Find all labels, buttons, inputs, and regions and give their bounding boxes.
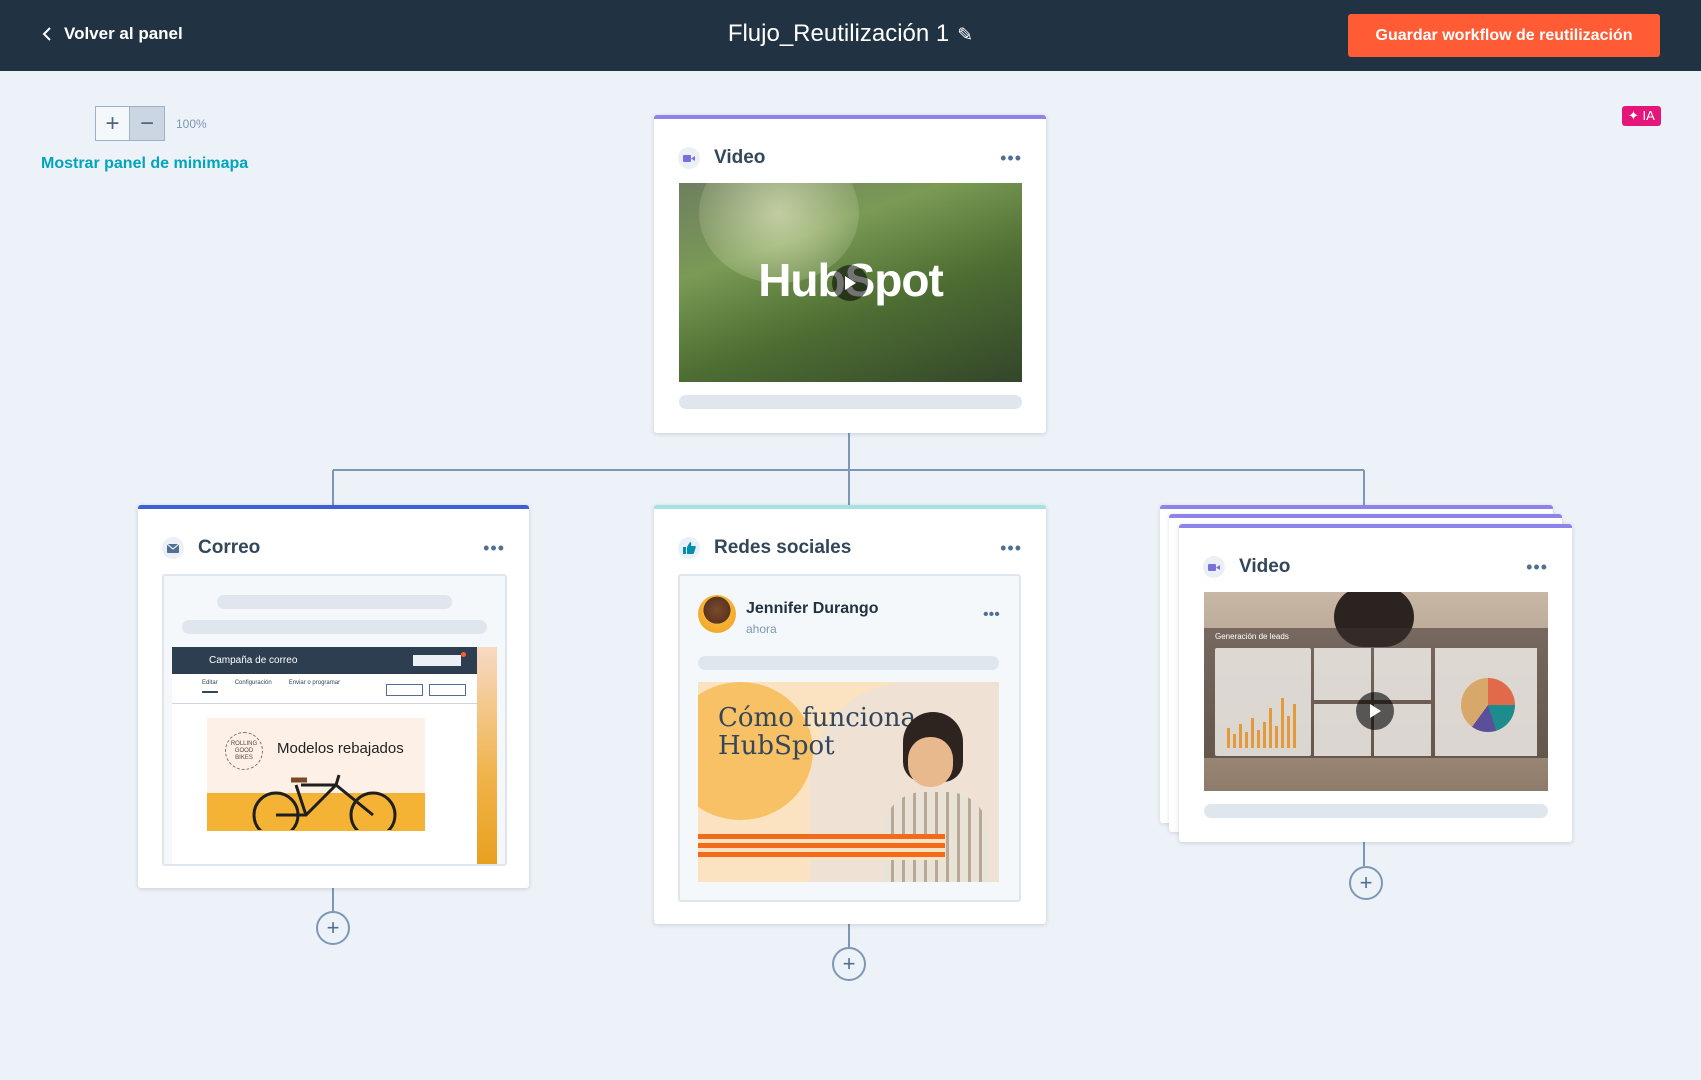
email-node[interactable]: Correo ••• Campaña de correo Editar Conf… [138, 505, 529, 888]
orange-stripes [698, 834, 945, 860]
more-options-icon[interactable]: ••• [483, 538, 505, 559]
add-step-button-video[interactable]: + [1349, 866, 1383, 900]
bicycle-icon [252, 774, 397, 830]
node-header: Redes sociales ••• [678, 533, 1022, 563]
placeholder-bar [1204, 804, 1548, 818]
more-options-icon[interactable]: ••• [1000, 538, 1022, 559]
more-options-icon[interactable]: ••• [1000, 148, 1022, 169]
email-editor-screenshot: Campaña de correo Editar Configuración E… [172, 647, 497, 864]
person-face [908, 737, 953, 787]
placeholder-bar [217, 595, 452, 609]
orange-side-strip [477, 647, 497, 864]
campaign-action-button [413, 655, 461, 666]
video-camera-icon [1203, 556, 1225, 578]
dashboard-panel-bar-chart [1215, 648, 1311, 756]
bar-chart-thumbnail [1227, 698, 1296, 748]
video-variant-node[interactable]: Video ••• Generación de leads [1179, 524, 1572, 842]
envelope-icon [162, 537, 184, 559]
campaign-header: Campaña de correo [172, 647, 477, 674]
video-camera-icon [678, 147, 700, 169]
more-options-icon[interactable]: ••• [1526, 557, 1548, 578]
node-title: Correo [198, 537, 261, 558]
root-video-node[interactable]: Video ••• HubSpot [654, 115, 1046, 433]
video-thumbnail[interactable]: Generación de leads [1204, 592, 1548, 791]
social-post-preview[interactable]: Jennifer Durango ahora ••• Cómo funciona… [678, 574, 1021, 902]
post-author: Jennifer Durango [746, 600, 879, 617]
node-header: Video ••• [678, 143, 1022, 173]
placeholder-bar [698, 656, 999, 670]
node-title: Redes sociales [714, 537, 852, 558]
post-image-title: Cómo funciona HubSpot [718, 704, 916, 760]
add-step-button-email[interactable]: + [316, 911, 350, 945]
notification-dot [461, 652, 466, 657]
post-image-title-line2: HubSpot [718, 731, 835, 761]
tab-enviar: Enviar o programar [288, 680, 341, 686]
avatar [698, 595, 736, 633]
dropdown-1 [386, 684, 423, 696]
divider [172, 703, 477, 704]
add-step-button-social[interactable]: + [832, 947, 866, 981]
post-image: Cómo funciona HubSpot [698, 682, 999, 882]
post-more-icon[interactable]: ••• [983, 606, 1000, 624]
email-preview[interactable]: Campaña de correo Editar Configuración E… [162, 574, 507, 866]
placeholder-bar [182, 620, 487, 634]
thumbnail-caption: Generación de leads [1215, 632, 1289, 641]
node-title: Video [1239, 556, 1291, 577]
pie-chart-thumbnail [1461, 678, 1515, 732]
video-thumbnail[interactable]: HubSpot [679, 183, 1022, 382]
play-icon[interactable] [1356, 692, 1394, 730]
node-title: Video [714, 147, 766, 168]
dropdown-2 [429, 684, 466, 696]
promo-block: ROLLING GOOD BIKES Modelos rebajados [207, 718, 425, 831]
promo-text: Modelos rebajados [277, 740, 404, 757]
tab-configuracion: Configuración [234, 680, 272, 686]
dashboard-panel-stats-2 [1374, 648, 1431, 700]
social-node[interactable]: Redes sociales ••• Jennifer Durango ahor… [654, 505, 1046, 924]
placeholder-bar [679, 395, 1022, 409]
campaign-header-text: Campaña de correo [209, 655, 298, 666]
dashboard-panel-stats-1 [1314, 648, 1371, 700]
dashboard-panel-pie [1435, 648, 1537, 756]
thumbs-up-icon [678, 537, 700, 559]
play-icon[interactable] [832, 265, 868, 301]
post-time: ahora [746, 622, 777, 636]
node-header: Correo ••• [162, 533, 505, 563]
post-image-title-line1: Cómo funciona [718, 703, 917, 733]
brand-seal: ROLLING GOOD BIKES [225, 732, 263, 770]
campaign-tabs: Editar Configuración Enviar o programar [202, 680, 340, 693]
node-header: Video ••• [1203, 552, 1548, 582]
tab-editar: Editar [202, 680, 218, 693]
